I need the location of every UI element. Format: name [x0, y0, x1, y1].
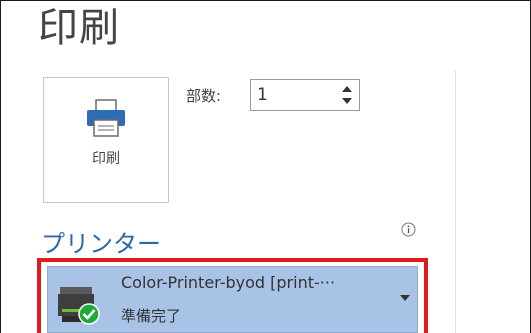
- window-left-border: [0, 0, 1, 333]
- printer-icon: [87, 99, 125, 137]
- printer-dropdown-selection[interactable]: Color-Printer-byod [print-··· 準備完了: [47, 266, 418, 333]
- printer-status: 準備完了: [121, 307, 182, 325]
- copies-label: 部数:: [186, 87, 222, 105]
- copies-input[interactable]: 1: [257, 85, 268, 105]
- window-top-border: [0, 0, 531, 1]
- spin-down-icon[interactable]: [341, 95, 353, 107]
- printer-ready-icon: [58, 287, 100, 325]
- printer-name: Color-Printer-byod [print-···: [121, 273, 336, 292]
- print-button[interactable]: 印刷: [43, 77, 169, 203]
- info-icon[interactable]: [401, 222, 416, 237]
- spin-up-icon[interactable]: [341, 83, 353, 95]
- panel-divider: [455, 70, 456, 333]
- print-button-label: 印刷: [92, 151, 120, 167]
- printer-dropdown[interactable]: Color-Printer-byod [print-··· 準備完了: [37, 258, 428, 333]
- printer-section-heading: プリンター: [41, 230, 161, 258]
- page-title: 印刷: [38, 5, 120, 51]
- copies-spinbox[interactable]: 1: [250, 79, 360, 111]
- chevron-down-icon[interactable]: [399, 294, 411, 302]
